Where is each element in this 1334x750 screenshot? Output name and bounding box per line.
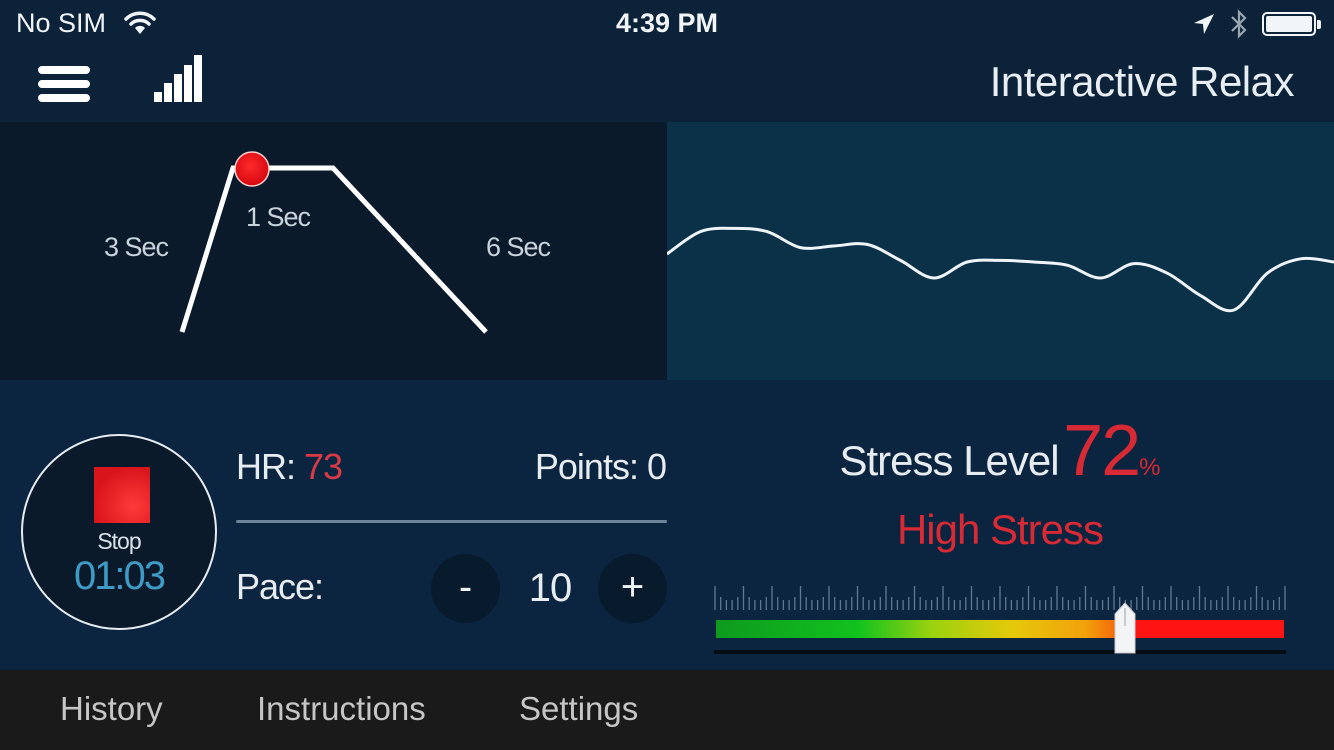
hrv-wave-panel — [667, 122, 1334, 380]
hrv-waveform — [667, 226, 1334, 313]
stress-status-label: High Stress — [896, 506, 1104, 553]
battery-icon — [1262, 12, 1321, 36]
bluetooth-icon — [1231, 9, 1247, 39]
inhale-duration-label: 3 Sec — [104, 232, 169, 262]
tab-settings[interactable]: Settings — [519, 690, 638, 728]
location-arrow-icon — [1194, 14, 1214, 34]
elapsed-timer: 01:03 — [73, 554, 166, 598]
breath-pattern-diagram — [179, 151, 488, 334]
stop-icon — [94, 467, 150, 523]
points-label: Points: — [534, 446, 639, 487]
tab-instructions[interactable]: Instructions — [257, 690, 426, 728]
stress-gauge-ruler — [714, 586, 1286, 610]
app-screen: No SIM 4:39 PM Interactive Relax 3 Sec 1… — [0, 0, 1334, 750]
pace-decrease-button[interactable]: - — [431, 554, 500, 623]
stress-level-readout: Stress Level 72% — [700, 410, 1300, 492]
stress-gauge-handle[interactable] — [1114, 602, 1136, 654]
bottom-tab-bar: History Instructions Settings — [0, 670, 1334, 750]
app-header: Interactive Relax — [0, 48, 1334, 122]
heart-rate-readout: HR: 73 — [236, 446, 343, 488]
stress-level-value: 72 — [1063, 411, 1141, 491]
clock: 4:39 PM — [615, 8, 719, 38]
hr-label: HR: — [236, 446, 296, 487]
pace-label: Pace: — [236, 566, 324, 607]
hamburger-menu-icon[interactable] — [38, 66, 90, 102]
stop-label: Stop — [97, 528, 141, 554]
stress-level-unit: % — [1139, 454, 1161, 481]
app-title: Interactive Relax — [989, 58, 1295, 105]
stress-level-label: Stress Level — [839, 437, 1060, 484]
hrv-wave-line — [667, 226, 1334, 313]
breath-pattern-panel: 3 Sec 1 Sec 6 Sec — [0, 122, 667, 380]
points-value: 0 — [646, 446, 667, 487]
breath-pattern-line — [179, 165, 488, 334]
points-readout: Points: 0 — [534, 446, 667, 488]
breath-progress-indicator — [234, 151, 270, 187]
stop-button[interactable]: Stop 01:03 — [21, 434, 217, 630]
stress-gauge-bar — [716, 620, 1284, 638]
status-bar: No SIM 4:39 PM — [0, 0, 1334, 48]
hr-value: 73 — [304, 446, 343, 487]
exhale-duration-label: 6 Sec — [486, 232, 551, 262]
stress-gauge-base — [714, 650, 1286, 654]
divider — [236, 520, 667, 523]
stress-gauge-gradient — [716, 620, 1284, 638]
pace-increase-button[interactable]: + — [598, 554, 667, 623]
tab-history[interactable]: History — [60, 690, 163, 728]
hold-duration-label: 1 Sec — [246, 202, 311, 232]
session-controls: Stop 01:03 HR: 73 Points: 0 Pace: - 10 +… — [0, 380, 1334, 670]
pace-value: 10 — [528, 566, 573, 610]
signal-bars-icon[interactable] — [152, 52, 204, 102]
